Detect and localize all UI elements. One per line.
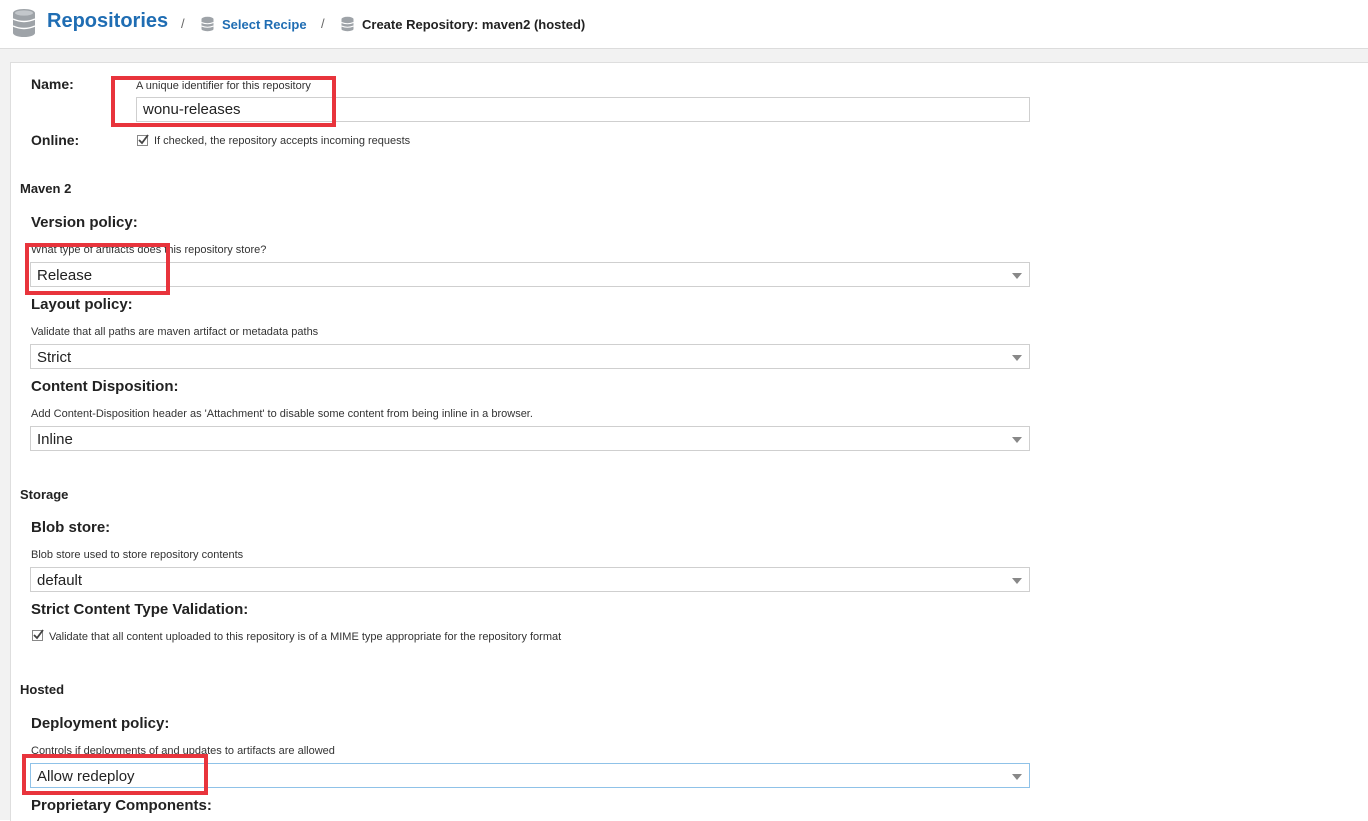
caret-down-icon xyxy=(1012,273,1022,279)
proprietary-components-label: Proprietary Components: xyxy=(31,797,212,814)
blob-store-help: Blob store used to store repository cont… xyxy=(31,549,244,561)
page-title[interactable]: Repositories xyxy=(47,10,168,33)
content-disposition-label: Content Disposition: xyxy=(31,378,179,395)
version-policy-label: Version policy: xyxy=(31,214,138,231)
deployment-policy-label: Deployment policy: xyxy=(31,715,170,732)
section-maven2: Maven 2 xyxy=(20,181,72,196)
online-help: If checked, the repository accepts incom… xyxy=(154,135,411,147)
blob-store-label: Blob store: xyxy=(31,519,111,536)
strict-content-label: Strict Content Type Validation: xyxy=(31,601,249,618)
checkmark-icon xyxy=(138,134,149,145)
layout-policy-value: Strict xyxy=(37,349,72,366)
layout-policy-help: Validate that all paths are maven artifa… xyxy=(31,326,319,338)
database-icon xyxy=(12,8,36,43)
deployment-policy-value: Allow redeploy xyxy=(37,768,135,785)
breadcrumb-separator: / xyxy=(321,16,325,31)
version-policy-select[interactable]: Release xyxy=(30,262,1030,287)
content-disposition-select[interactable]: Inline xyxy=(30,426,1030,451)
section-storage: Storage xyxy=(20,487,69,502)
breadcrumb-separator: / xyxy=(181,16,185,31)
version-policy-help: What type of artifacts does this reposit… xyxy=(31,244,267,256)
checkmark-icon xyxy=(33,629,44,640)
blob-store-select[interactable]: default xyxy=(30,567,1030,592)
content-disposition-value: Inline xyxy=(37,431,73,448)
caret-down-icon xyxy=(1012,355,1022,361)
layout-policy-select[interactable]: Strict xyxy=(30,344,1030,369)
section-hosted: Hosted xyxy=(20,682,65,697)
name-input[interactable] xyxy=(136,97,1030,122)
breadcrumb-header: Repositories / Select Recipe / Create Re… xyxy=(0,0,1368,49)
caret-down-icon xyxy=(1012,578,1022,584)
name-label: Name: xyxy=(31,76,74,92)
strict-content-help: Validate that all content uploaded to th… xyxy=(49,631,562,643)
caret-down-icon xyxy=(1012,437,1022,443)
breadcrumb-select-recipe[interactable]: Select Recipe xyxy=(222,17,307,32)
database-icon xyxy=(201,16,214,37)
breadcrumb-current: Create Repository: maven2 (hosted) xyxy=(362,17,586,32)
online-checkbox[interactable] xyxy=(137,134,149,146)
database-icon xyxy=(341,16,354,37)
caret-down-icon xyxy=(1012,774,1022,780)
layout-policy-label: Layout policy: xyxy=(31,296,133,313)
name-help: A unique identifier for this repository xyxy=(136,80,311,92)
blob-store-value: default xyxy=(37,572,83,589)
version-policy-value: Release xyxy=(37,267,93,284)
online-label: Online: xyxy=(31,132,80,148)
content-disposition-help: Add Content-Disposition header as 'Attac… xyxy=(31,408,533,420)
strict-content-checkbox[interactable] xyxy=(32,629,44,641)
deployment-policy-help: Controls if deployments of and updates t… xyxy=(31,745,335,757)
deployment-policy-select[interactable]: Allow redeploy xyxy=(30,763,1030,788)
